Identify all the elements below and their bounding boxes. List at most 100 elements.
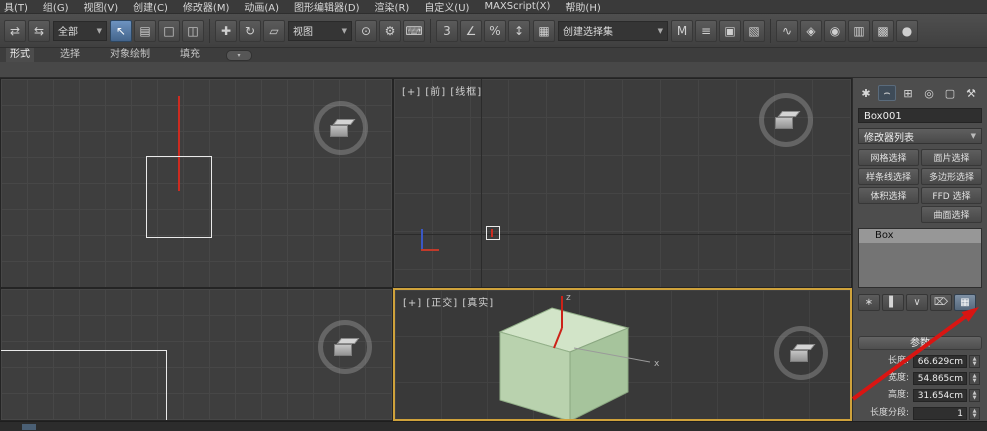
ribbon-tab-freeform[interactable]: 形式 (6, 48, 34, 62)
box-object-wireframe[interactable] (146, 156, 212, 238)
viewport-label-front[interactable]: [+] [前] [线框] (402, 83, 482, 98)
spline-select-button[interactable]: 样条线选择 (858, 168, 919, 185)
schematic-view-icon[interactable]: ◈ (800, 19, 822, 42)
viewport-label-orthographic[interactable]: [+] [正交] [真实] (403, 294, 494, 309)
select-and-rotate-icon[interactable]: ↻ (239, 19, 261, 42)
snap-toggle-icon[interactable]: 3 (436, 19, 458, 42)
selection-region-icon[interactable]: □ (158, 19, 180, 42)
unlink-selection-icon[interactable]: ⇆ (28, 19, 50, 42)
stack-item-box[interactable]: Box (859, 229, 981, 243)
viewport-orthographic-active[interactable]: [+] [正交] [真实] x z (393, 288, 852, 421)
menu-item-customize[interactable]: 自定义(U) (424, 0, 469, 14)
viewport-front[interactable]: [+] [前] [线框] (393, 78, 852, 288)
viewport-top-left[interactable] (0, 78, 393, 288)
select-and-move-icon[interactable]: ✚ (215, 19, 237, 42)
chevron-down-icon: ▼ (341, 26, 347, 35)
viewcube[interactable] (318, 320, 372, 374)
menu-item-maxscript[interactable]: MAXScript(X) (484, 1, 550, 12)
object-name-field[interactable]: Box001 (858, 108, 982, 123)
select-by-name-icon[interactable]: ▤ (134, 19, 156, 42)
box-object-shaded[interactable]: x z (490, 290, 760, 421)
selection-filter-dropdown[interactable]: 全部 ▼ (53, 20, 107, 41)
modifier-list-label: 修改器列表 (864, 132, 914, 144)
viewcube[interactable] (314, 101, 368, 155)
modifier-stack[interactable]: Box (858, 228, 982, 288)
named-selection-sets-combo[interactable]: 创建选择集 ▼ (558, 20, 668, 41)
create-tab-icon[interactable]: ✱ (857, 85, 875, 101)
angle-snap-icon[interactable]: ∠ (460, 19, 482, 42)
motion-tab-icon[interactable]: ◎ (920, 85, 938, 101)
viewcube-cube-icon[interactable] (334, 338, 360, 356)
percent-snap-icon[interactable]: % (484, 19, 506, 42)
material-editor-icon[interactable]: ◉ (824, 19, 846, 42)
viewcube[interactable] (759, 93, 813, 147)
viewcube-cube-icon[interactable] (330, 119, 356, 137)
box-object-wireframe[interactable] (1, 350, 167, 420)
select-and-scale-icon[interactable]: ▱ (263, 19, 285, 42)
parameters-rollout-header[interactable]: 参数 (858, 336, 982, 350)
modifier-list-dropdown[interactable]: 修改器列表 ▼ (858, 128, 982, 144)
reference-coordinate-dropdown[interactable]: 视图 ▼ (288, 20, 352, 41)
length-segs-label: 长度分段: (869, 408, 909, 418)
edit-named-sets-icon[interactable]: ▦ (533, 19, 555, 42)
mesh-select-button[interactable]: 网格选择 (858, 149, 919, 166)
patch-select-button[interactable]: 面片选择 (921, 149, 982, 166)
render-production-icon[interactable]: ● (896, 19, 918, 42)
length-segs-spinner[interactable]: ▲ ▼ (969, 407, 980, 420)
make-unique-icon[interactable]: ∨ (906, 294, 928, 311)
select-object-icon[interactable]: ↖ (110, 19, 132, 42)
length-spinner[interactable]: ▲ ▼ (969, 355, 980, 368)
pin-stack-icon[interactable]: ∗ (858, 294, 880, 311)
display-tab-icon[interactable]: ▢ (941, 85, 959, 101)
rendered-frame-icon[interactable]: ▩ (872, 19, 894, 42)
use-pivot-point-icon[interactable]: ⊙ (355, 19, 377, 42)
modify-tab-icon[interactable]: ⌢ (878, 85, 896, 101)
menu-item-help[interactable]: 帮助(H) (565, 0, 600, 14)
menu-item-animation[interactable]: 动画(A) (244, 0, 279, 14)
width-spinner[interactable]: ▲ ▼ (969, 372, 980, 385)
window-crossing-icon[interactable]: ◫ (182, 19, 204, 42)
remove-modifier-icon[interactable]: ⌦ (930, 294, 952, 311)
length-field[interactable]: 66.629cm (913, 355, 967, 368)
named-selection-sets-value: 创建选择集 (563, 27, 613, 38)
toolbar-separator (770, 18, 771, 43)
utilities-tab-icon[interactable]: ⚒ (962, 85, 980, 101)
select-and-link-icon[interactable]: ⇄ (4, 19, 26, 42)
menu-item-graph-editors[interactable]: 图形编辑器(D) (294, 0, 360, 14)
layer-manager-icon[interactable]: ▣ (719, 19, 741, 42)
box-object-front-view[interactable] (486, 226, 500, 240)
menu-item-group[interactable]: 组(G) (43, 0, 69, 14)
menu-item-modifiers[interactable]: 修改器(M) (183, 0, 229, 14)
configure-modifier-sets-icon[interactable]: ▦ (954, 294, 976, 311)
menu-item-views[interactable]: 视图(V) (83, 0, 118, 14)
spinner-snap-icon[interactable]: ↕ (508, 19, 530, 42)
align-icon[interactable]: ≡ (695, 19, 717, 42)
viewport-bottom-left[interactable] (0, 288, 393, 421)
poly-select-button[interactable]: 多边形选择 (921, 168, 982, 185)
height-spinner[interactable]: ▲ ▼ (969, 389, 980, 402)
ribbon-tab-object-paint[interactable]: 对象绘制 (106, 48, 154, 62)
ribbon-tab-selection[interactable]: 选择 (56, 48, 84, 62)
curve-editor-icon[interactable]: ∿ (776, 19, 798, 42)
graphite-ribbon-icon[interactable]: ▧ (743, 19, 765, 42)
viewcube[interactable] (774, 326, 828, 380)
viewcube-cube-icon[interactable] (790, 344, 816, 362)
keyboard-override-icon[interactable]: ⌨ (403, 19, 425, 42)
menu-item-tools[interactable]: 具(T) (4, 0, 28, 14)
mirror-icon[interactable]: M (671, 19, 693, 42)
ffd-select-button[interactable]: FFD 选择 (921, 187, 982, 204)
select-and-manipulate-icon[interactable]: ⚙ (379, 19, 401, 42)
show-end-result-icon[interactable]: ▌ (882, 294, 904, 311)
width-field[interactable]: 54.865cm (913, 372, 967, 385)
menu-item-rendering[interactable]: 渲染(R) (375, 0, 410, 14)
surface-select-button[interactable]: 曲面选择 (921, 206, 982, 223)
height-field[interactable]: 31.654cm (913, 389, 967, 402)
hierarchy-tab-icon[interactable]: ⊞ (899, 85, 917, 101)
ribbon-tab-populate[interactable]: 填充 (176, 48, 204, 62)
ribbon-minimize-toggle[interactable]: ▾ (226, 49, 252, 61)
render-setup-icon[interactable]: ▥ (848, 19, 870, 42)
viewcube-cube-icon[interactable] (775, 111, 801, 129)
menu-item-create[interactable]: 创建(C) (133, 0, 168, 14)
volume-select-button[interactable]: 体积选择 (858, 187, 919, 204)
length-segs-field[interactable]: 1 (913, 407, 967, 420)
